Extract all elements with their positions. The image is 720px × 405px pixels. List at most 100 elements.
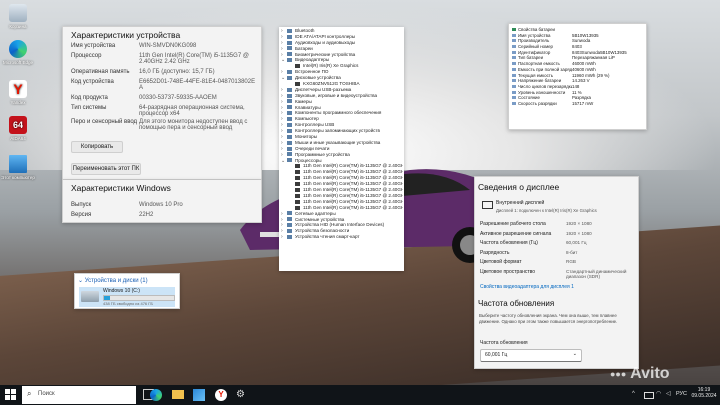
- windows-specs-title: Характеристики Windows: [71, 183, 171, 193]
- tray-chevron-icon[interactable]: ^: [632, 391, 635, 397]
- device-label: KXG60ZNV512G TOSHIBA: [303, 81, 360, 87]
- spec-label: Выпуск: [71, 202, 92, 208]
- drives-title: ⌄ Устройства и диски (1): [78, 277, 148, 284]
- device-category-icon: [287, 123, 292, 128]
- battery-icon[interactable]: [644, 392, 654, 399]
- display-spec-label: Частота обновления (Гц): [480, 240, 538, 247]
- clock[interactable]: 16:19 09.05.2024: [690, 387, 718, 399]
- display-spec-label: Активное разрешение сигнала: [480, 230, 552, 237]
- device-category-icon: [287, 229, 292, 234]
- refresh-rate-select[interactable]: 60,001 Гц ⌄: [480, 349, 582, 362]
- monitor-name: Внутренний дисплей: [496, 200, 545, 206]
- device-category-icon: [287, 134, 292, 139]
- device-label: Системные устройства: [295, 216, 345, 222]
- drive-item[interactable]: Windows 10 (C:) 438 ГБ свободно из 476 Г…: [79, 287, 175, 307]
- search-input[interactable]: Поиск: [38, 391, 55, 397]
- device-label: Аудиовходы и аудиовыходы: [295, 39, 356, 45]
- device-category-icon: [287, 28, 292, 33]
- property-icon: [512, 79, 516, 83]
- desktop-icon-recycle-bin[interactable]: Корзина: [0, 4, 36, 29]
- desktop-icon-this-pc[interactable]: Этот компьютер: [0, 155, 36, 180]
- display-spec-value: Стандартный динамический диапазон (SDR): [566, 268, 627, 279]
- property-icon: [512, 73, 516, 77]
- device-label: 11th Gen Intel(R) Core(TM) i5-1135G7 @ 2…: [303, 163, 403, 169]
- display-spec-label: Разрядность: [480, 249, 510, 256]
- display-spec-row: Активное разрешение сигнала 1920 × 1080: [480, 231, 636, 241]
- desktop-icon-yandex[interactable]: Y Yandex: [0, 80, 36, 105]
- display-spec-value: 1920 × 1080: [566, 230, 592, 236]
- device-label: Bluetooth: [295, 28, 315, 33]
- property-icon: [512, 33, 516, 37]
- store-icon[interactable]: [193, 389, 205, 401]
- device-category-icon: [295, 164, 300, 169]
- spec-value: 22H2: [139, 212, 154, 218]
- device-category-icon: [295, 176, 300, 181]
- device-category-icon: [295, 187, 300, 192]
- property-icon: [512, 56, 516, 60]
- device-category-icon: [295, 193, 300, 198]
- device-label: Устройства безопасности: [295, 228, 350, 234]
- spec-label: Код продукта: [71, 95, 108, 101]
- copy-button[interactable]: Копировать: [71, 141, 123, 153]
- page-title: Характеристики устройства: [71, 30, 181, 40]
- battery-key-text: Текущая емкость: [518, 72, 554, 78]
- device-category-icon: [287, 217, 292, 222]
- device-tree-item[interactable]: › Устройства чтения смарт-карт: [281, 234, 403, 240]
- device-label: Камеры: [295, 98, 312, 104]
- spec-value: 16,0 ГБ (доступно: 15,7 ГБ): [139, 69, 215, 75]
- device-label: 11th Gen Intel(R) Core(TM) i5-1135G7 @ 2…: [303, 181, 403, 187]
- spec-value: Для этого монитора недоступен ввод с пом…: [139, 119, 248, 131]
- battery-key-text: Напряжение батареи: [518, 78, 562, 84]
- spec-label: Имя устройства: [71, 43, 116, 49]
- volume-icon[interactable]: ◁: [666, 390, 671, 397]
- devices-drives-window: ⌄ Устройства и диски (1) Windows 10 (C:)…: [74, 273, 180, 309]
- device-category-icon: [295, 205, 300, 210]
- settings-gear-icon[interactable]: ⚙: [236, 389, 248, 401]
- language-indicator[interactable]: РУС: [676, 391, 687, 397]
- device-label: Биометрические устройства: [295, 51, 356, 57]
- battery-key-text: Число циклов перезарядки: [518, 83, 572, 89]
- desktop-icon-aida64[interactable]: 64 AIDA64: [0, 116, 36, 141]
- display-spec-value: 1920 × 1080: [566, 221, 592, 226]
- network-icon[interactable]: ◠: [656, 390, 661, 397]
- battery-key-text: Серийный номер: [518, 44, 553, 50]
- device-label: 11th Gen Intel(R) Core(TM) i5-1135G7 @ 2…: [303, 198, 403, 204]
- device-label: 11th Gen Intel(R) Core(TM) i5-1135G7 @ 2…: [303, 187, 403, 193]
- desktop-icon-label: Корзина: [9, 24, 27, 29]
- battery-value: 15717 mW: [572, 100, 594, 106]
- recycle-bin-icon: [9, 4, 27, 22]
- battery-key-text: Свойства батареи: [518, 27, 555, 32]
- aida64-icon: 64: [9, 116, 27, 134]
- battery-icon: [512, 28, 516, 31]
- battery-key-text: Состояние: [518, 95, 540, 101]
- device-category-icon: [287, 146, 292, 151]
- device-label: Видеоадаптеры: [295, 57, 330, 63]
- device-category-icon: [287, 87, 292, 92]
- file-explorer-icon[interactable]: [172, 390, 184, 399]
- battery-list: Свойства батареи Имя устройства 5B10W13935…: [512, 27, 644, 107]
- rename-pc-button[interactable]: Переименовать этот ПК: [71, 163, 141, 175]
- adapter-properties-link[interactable]: Свойства видеоадаптера для дисплея 1: [480, 284, 574, 290]
- edge-icon: [9, 40, 27, 58]
- device-category-icon: [287, 158, 292, 163]
- device-label: 11th Gen Intel(R) Core(TM) i5-1135G7 @ 2…: [303, 169, 403, 175]
- device-label: Intel(R) Iris(R) Xe Graphics: [303, 63, 359, 69]
- device-category-icon: [287, 140, 292, 145]
- specs-list: Имя устройства WIN-SMVDN0KG098 Процессор 11…: [71, 43, 257, 135]
- property-icon: [512, 67, 516, 71]
- display-info-window: Сведения о дисплее Внутренний дисплей Ди…: [474, 176, 639, 369]
- device-label: Звуковые, игровые и видеоустройства: [295, 92, 378, 98]
- desktop-icon-edge[interactable]: Microsoft Edge: [0, 40, 36, 65]
- battery-key-text: Уровень изношенности: [518, 89, 566, 95]
- device-label: Сетевые адаптеры: [295, 210, 336, 216]
- edge-icon[interactable]: [150, 389, 162, 401]
- device-category-icon: [287, 99, 292, 104]
- taskbar-search[interactable]: ⌕ Поиск: [22, 386, 136, 404]
- device-category-icon: [287, 34, 292, 39]
- drive-usage-fill: [104, 296, 110, 300]
- spec-row: Оперативная память 16,0 ГБ (доступно: 15,…: [71, 69, 257, 79]
- chevron-down-icon: ⌄: [78, 278, 84, 284]
- device-label: Устройства HID (Human Interface Devices): [295, 222, 385, 228]
- start-button[interactable]: [5, 389, 16, 400]
- yandex-icon[interactable]: Y: [215, 389, 227, 401]
